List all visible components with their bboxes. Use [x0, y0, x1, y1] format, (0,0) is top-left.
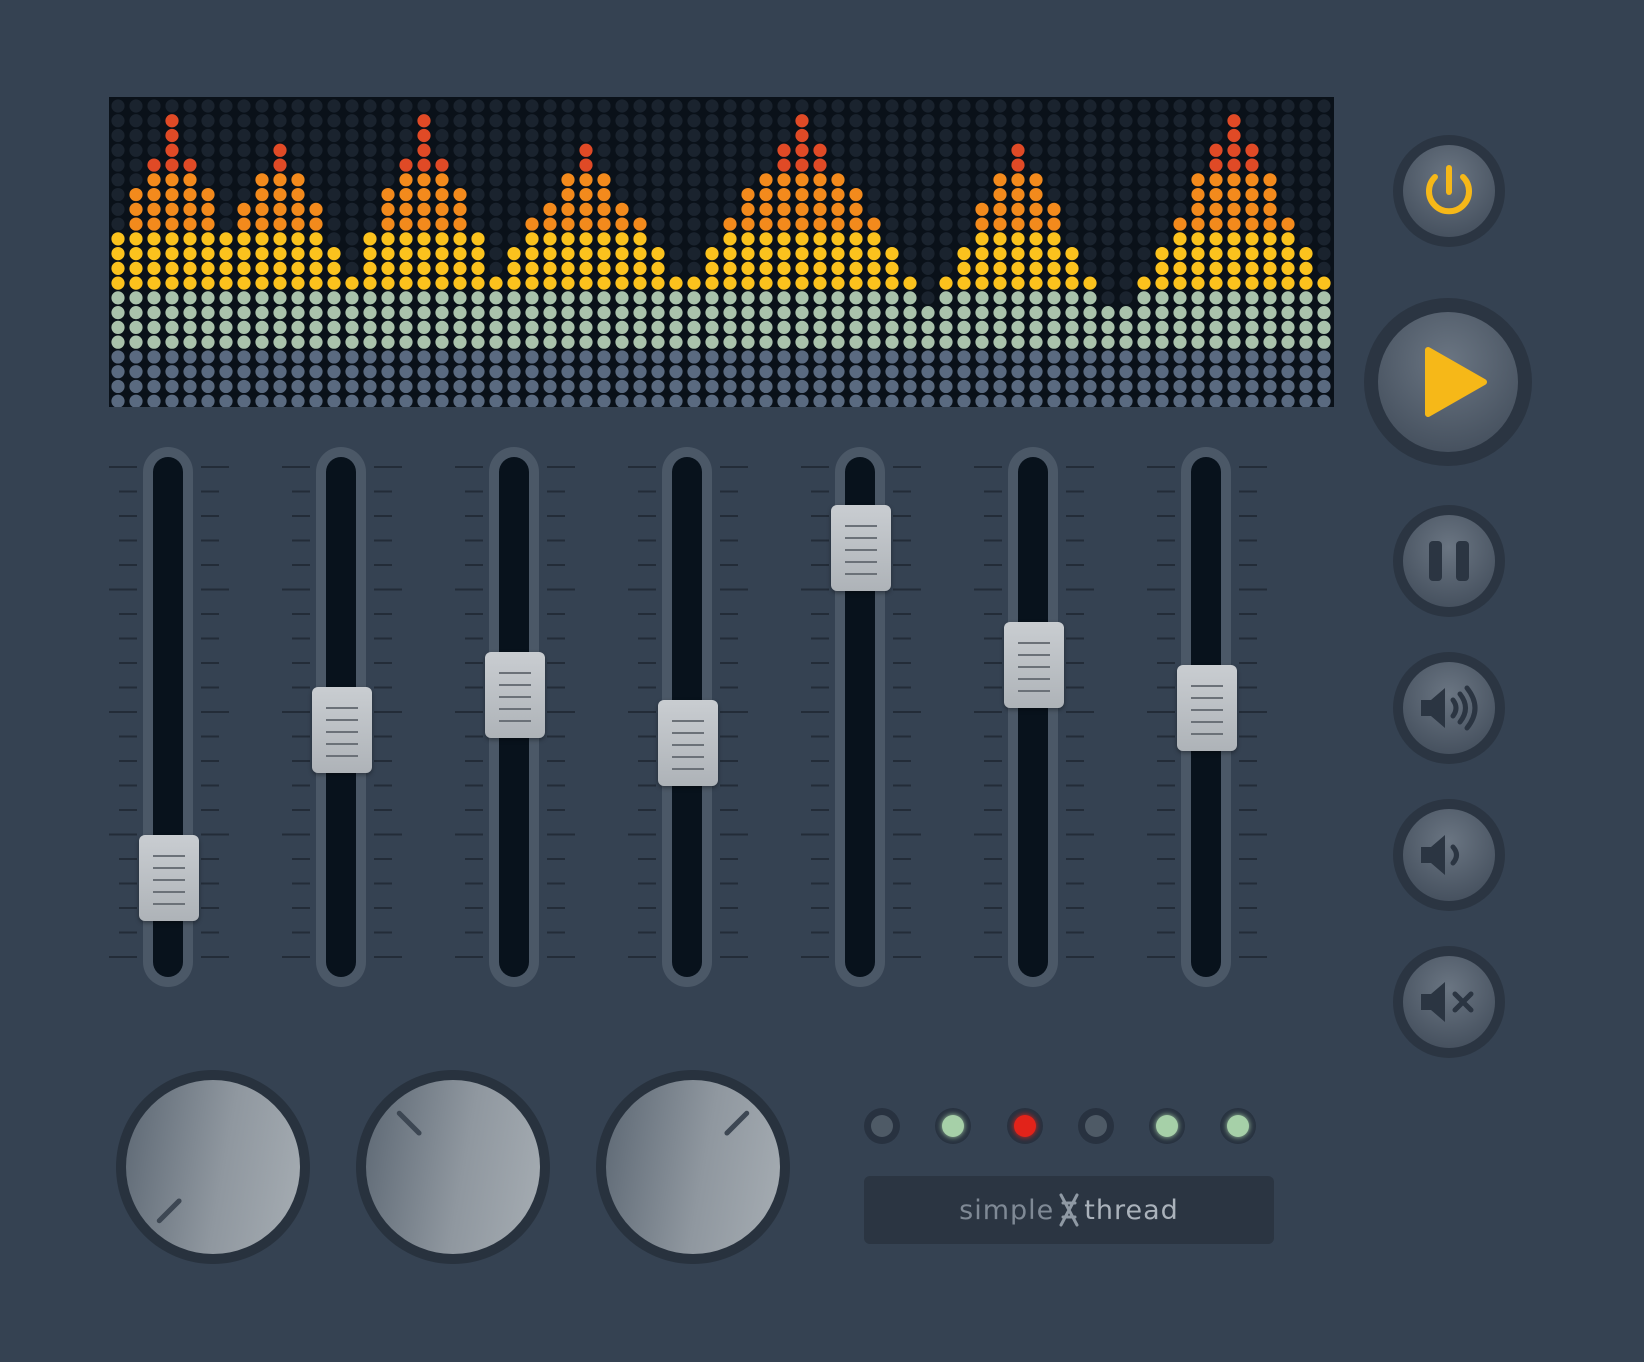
mute-button[interactable]: [1393, 946, 1505, 1058]
play-button[interactable]: [1364, 298, 1532, 466]
knob-indicator: [396, 1110, 422, 1136]
equalizer-display: [109, 97, 1334, 407]
volume-high-icon: [1421, 685, 1478, 731]
play-icon: [1425, 347, 1487, 417]
brand-text-simple: simple: [959, 1194, 1055, 1226]
fader-6[interactable]: [974, 447, 1094, 987]
knob-2[interactable]: [356, 1070, 550, 1264]
fader-5[interactable]: [801, 447, 921, 987]
fader-1[interactable]: [109, 447, 229, 987]
fader-4[interactable]: [628, 447, 748, 987]
knob-3[interactable]: [596, 1070, 790, 1264]
fader-thumb[interactable]: [658, 700, 718, 787]
brand-text-thread: thread: [1084, 1194, 1179, 1226]
fader-thumb[interactable]: [139, 834, 199, 921]
pause-icon: [1429, 541, 1469, 581]
fader-2[interactable]: [282, 447, 402, 987]
fader-3[interactable]: [455, 447, 575, 987]
pause-button[interactable]: [1393, 505, 1505, 617]
fader-thumb[interactable]: [1004, 621, 1064, 708]
fader-7[interactable]: [1147, 447, 1267, 987]
status-led-4: [1078, 1108, 1114, 1144]
mute-icon: [1421, 982, 1474, 1022]
fader-thumb[interactable]: [312, 687, 372, 774]
volume-up-button[interactable]: [1393, 652, 1505, 764]
status-led-6: [1220, 1108, 1256, 1144]
volume-low-icon: [1421, 835, 1459, 875]
fader-thumb[interactable]: [1177, 665, 1237, 752]
status-led-5: [1149, 1108, 1185, 1144]
knob-1[interactable]: [116, 1070, 310, 1264]
knob-indicator: [724, 1110, 750, 1136]
fader-thumb[interactable]: [831, 504, 891, 591]
power-icon: [1426, 165, 1472, 215]
brand-wordmark: simple thread: [864, 1176, 1274, 1244]
status-led-3: [1007, 1108, 1043, 1144]
equalizer-dot-matrix: [111, 99, 1331, 407]
status-led-2: [935, 1108, 971, 1144]
fader-track: [1008, 447, 1058, 987]
thread-helix-icon: [1059, 1193, 1079, 1227]
status-led-1: [864, 1108, 900, 1144]
knob-indicator: [156, 1198, 182, 1224]
power-button[interactable]: [1393, 135, 1505, 247]
volume-down-button[interactable]: [1393, 799, 1505, 911]
fader-thumb[interactable]: [485, 652, 545, 739]
brand-plate: simple thread: [864, 1176, 1274, 1244]
